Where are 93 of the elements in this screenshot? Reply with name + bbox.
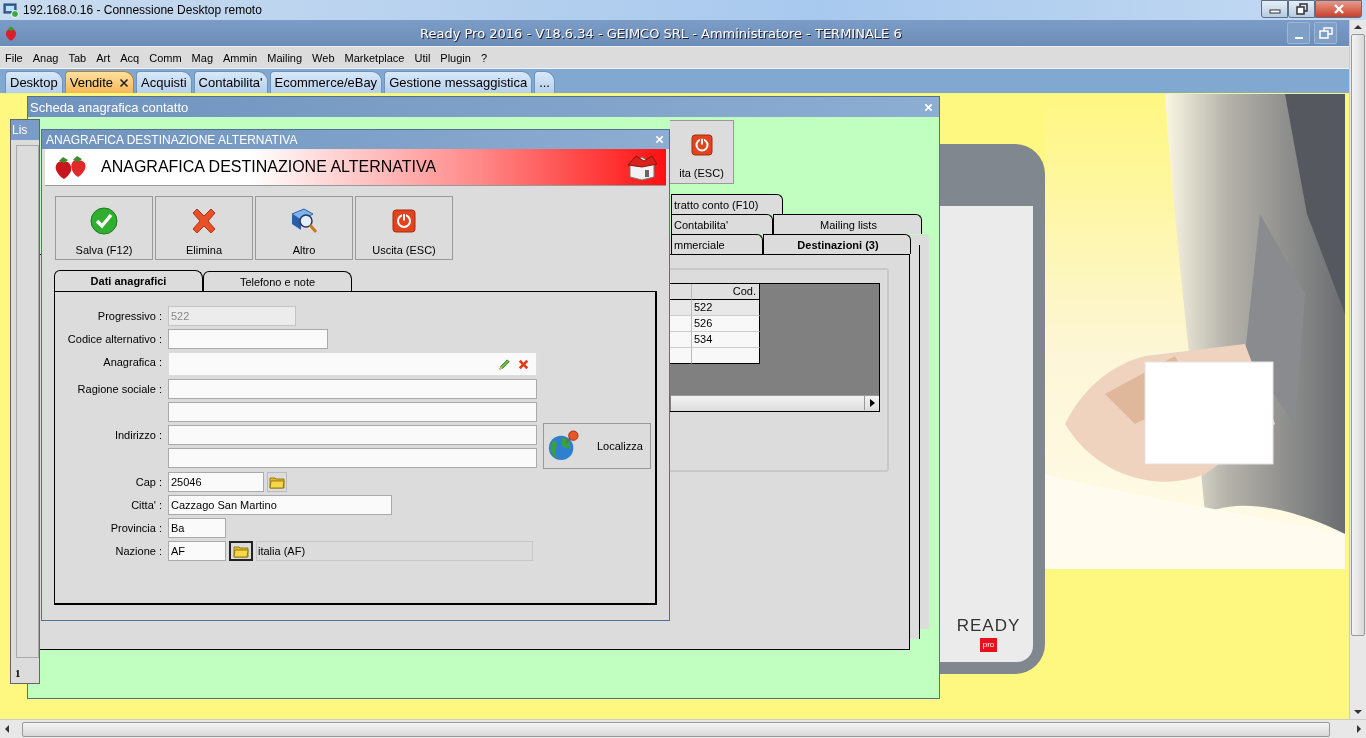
field-label: Citta' :	[130, 498, 162, 513]
dialog-title: ANAGRAFICA DESTINAZIONE ALTERNATIVA	[46, 132, 298, 147]
window-title: 192.168.0.16 - Connessione Desktop remoto	[23, 3, 262, 17]
field-label: Anagrafica :	[102, 355, 162, 370]
input-field[interactable]	[168, 448, 537, 468]
module-tab[interactable]: Desktop	[5, 71, 63, 93]
scrollbar-thumb[interactable]	[22, 721, 1330, 737]
section-tab[interactable]: Mailing lists	[773, 214, 922, 234]
field-label: Progressivo :	[96, 309, 162, 324]
input-field[interactable]: AF	[168, 541, 226, 561]
status-text: 1	[15, 667, 21, 679]
menu-item[interactable]: Plugin	[440, 51, 471, 64]
field-label: Codice alternativo :	[66, 332, 162, 347]
exit-button[interactable]: ita (ESC)	[670, 120, 734, 184]
module-tab[interactable]: ...	[534, 71, 555, 93]
section-tab[interactable]: mmerciale	[671, 234, 763, 254]
table-cell: 522	[692, 300, 760, 316]
dialog-heading: ANAGRAFICA DESTINAZIONE ALTERNATIVA	[101, 158, 437, 176]
app-title: Ready Pro 2016 - V18.6.34 - GEIMCO SRL - Amministratore - TERMINALE 6	[420, 25, 902, 41]
power-icon	[389, 206, 419, 236]
menu-item[interactable]: Tab	[68, 51, 87, 64]
save-button[interactable]: Salva (F12)	[55, 196, 153, 260]
module-tab[interactable]: Vendite	[64, 71, 135, 93]
strawberry-icon	[4, 24, 18, 42]
scrollbar-thumb[interactable]	[1351, 34, 1365, 636]
menu-item[interactable]: Anag	[32, 51, 59, 64]
section-tab[interactable]: Contabilita'	[671, 214, 773, 234]
more-button[interactable]: Altro	[255, 196, 353, 260]
restore-button[interactable]	[1288, 0, 1315, 18]
restore-icon	[1318, 27, 1333, 39]
exit-button[interactable]: Uscita (ESC)	[355, 196, 453, 260]
menu-item[interactable]: Mag	[191, 51, 213, 64]
field-label: Cap :	[134, 475, 162, 490]
section-tab[interactable]: tratto conto (F10)	[671, 194, 783, 214]
input-field[interactable]: Cazzago San Martino	[168, 495, 392, 515]
table-cell: 526	[692, 316, 760, 332]
delete-icon[interactable]	[517, 357, 530, 371]
menu-item[interactable]: Web	[312, 51, 335, 64]
close-icon[interactable]	[119, 77, 130, 88]
input-field[interactable]	[168, 329, 328, 349]
power-icon	[690, 134, 713, 156]
folder-icon	[233, 544, 249, 558]
remote-desktop-icon	[3, 2, 19, 18]
menu-item[interactable]: Ammin	[223, 51, 258, 64]
menu-item[interactable]: File	[5, 51, 23, 64]
menu-item[interactable]: Marketplace	[344, 51, 405, 64]
form-tab[interactable]: Dati anagrafici	[54, 270, 203, 291]
column-header: Cod.	[692, 284, 760, 300]
restore-icon	[1295, 3, 1308, 15]
check-icon	[89, 206, 119, 236]
module-tab[interactable]: Gestione messaggistica	[384, 71, 533, 93]
logo-text: READY	[956, 616, 1021, 636]
field-label: Ragione sociale :	[76, 382, 162, 397]
country-name: italia (AF)	[256, 541, 533, 561]
form-tab[interactable]: Telefono e note	[203, 271, 352, 291]
field-label: Provincia :	[109, 521, 162, 536]
field-label: Indirizzo :	[113, 428, 162, 443]
house-icon	[626, 153, 658, 181]
module-tab[interactable]: Contabilita'	[193, 71, 268, 93]
menu-item[interactable]: Mailing	[267, 51, 303, 64]
minimize-icon	[1294, 36, 1303, 39]
section-tab[interactable]: Destinazioni (3)	[763, 234, 911, 254]
lookup-field[interactable]	[168, 352, 537, 376]
window-title: Lis	[12, 123, 28, 137]
menu-item[interactable]: Art	[96, 51, 111, 64]
menu-item[interactable]: Acq	[120, 51, 140, 64]
book-search-icon	[289, 206, 319, 236]
pencil-icon[interactable]	[498, 357, 511, 371]
globe-icon	[547, 430, 579, 462]
delete-button[interactable]: Elimina	[155, 196, 253, 260]
minimize-button[interactable]	[1261, 0, 1288, 18]
logo-badge: pro	[979, 638, 998, 652]
input-field[interactable]: 25046	[168, 472, 264, 492]
menu-item[interactable]: ?	[480, 51, 488, 64]
table-cell: 534	[692, 332, 760, 348]
window-title: Scheda anagrafica contatto	[30, 99, 189, 115]
menu-item[interactable]: Comm	[149, 51, 182, 64]
input-field[interactable]: Ba	[168, 518, 226, 538]
input-field[interactable]	[168, 402, 537, 422]
locate-button[interactable]: Localizza	[543, 423, 651, 469]
field-label: Nazione :	[114, 544, 162, 559]
vertical-scrollbar[interactable]	[1349, 20, 1366, 719]
input-field[interactable]	[168, 425, 537, 445]
input-field[interactable]	[168, 379, 537, 399]
close-icon	[1332, 3, 1345, 15]
menu-item[interactable]: Util	[414, 51, 431, 64]
horizontal-scrollbar[interactable]	[0, 719, 1366, 738]
close-button[interactable]	[1315, 0, 1362, 18]
module-tab[interactable]: Acquisti	[136, 71, 192, 93]
browse-button[interactable]	[229, 541, 253, 561]
module-tab[interactable]: Ecommerce/eBay	[269, 71, 383, 93]
folder-icon	[269, 475, 285, 489]
horizontal-scrollbar[interactable]	[671, 395, 879, 411]
